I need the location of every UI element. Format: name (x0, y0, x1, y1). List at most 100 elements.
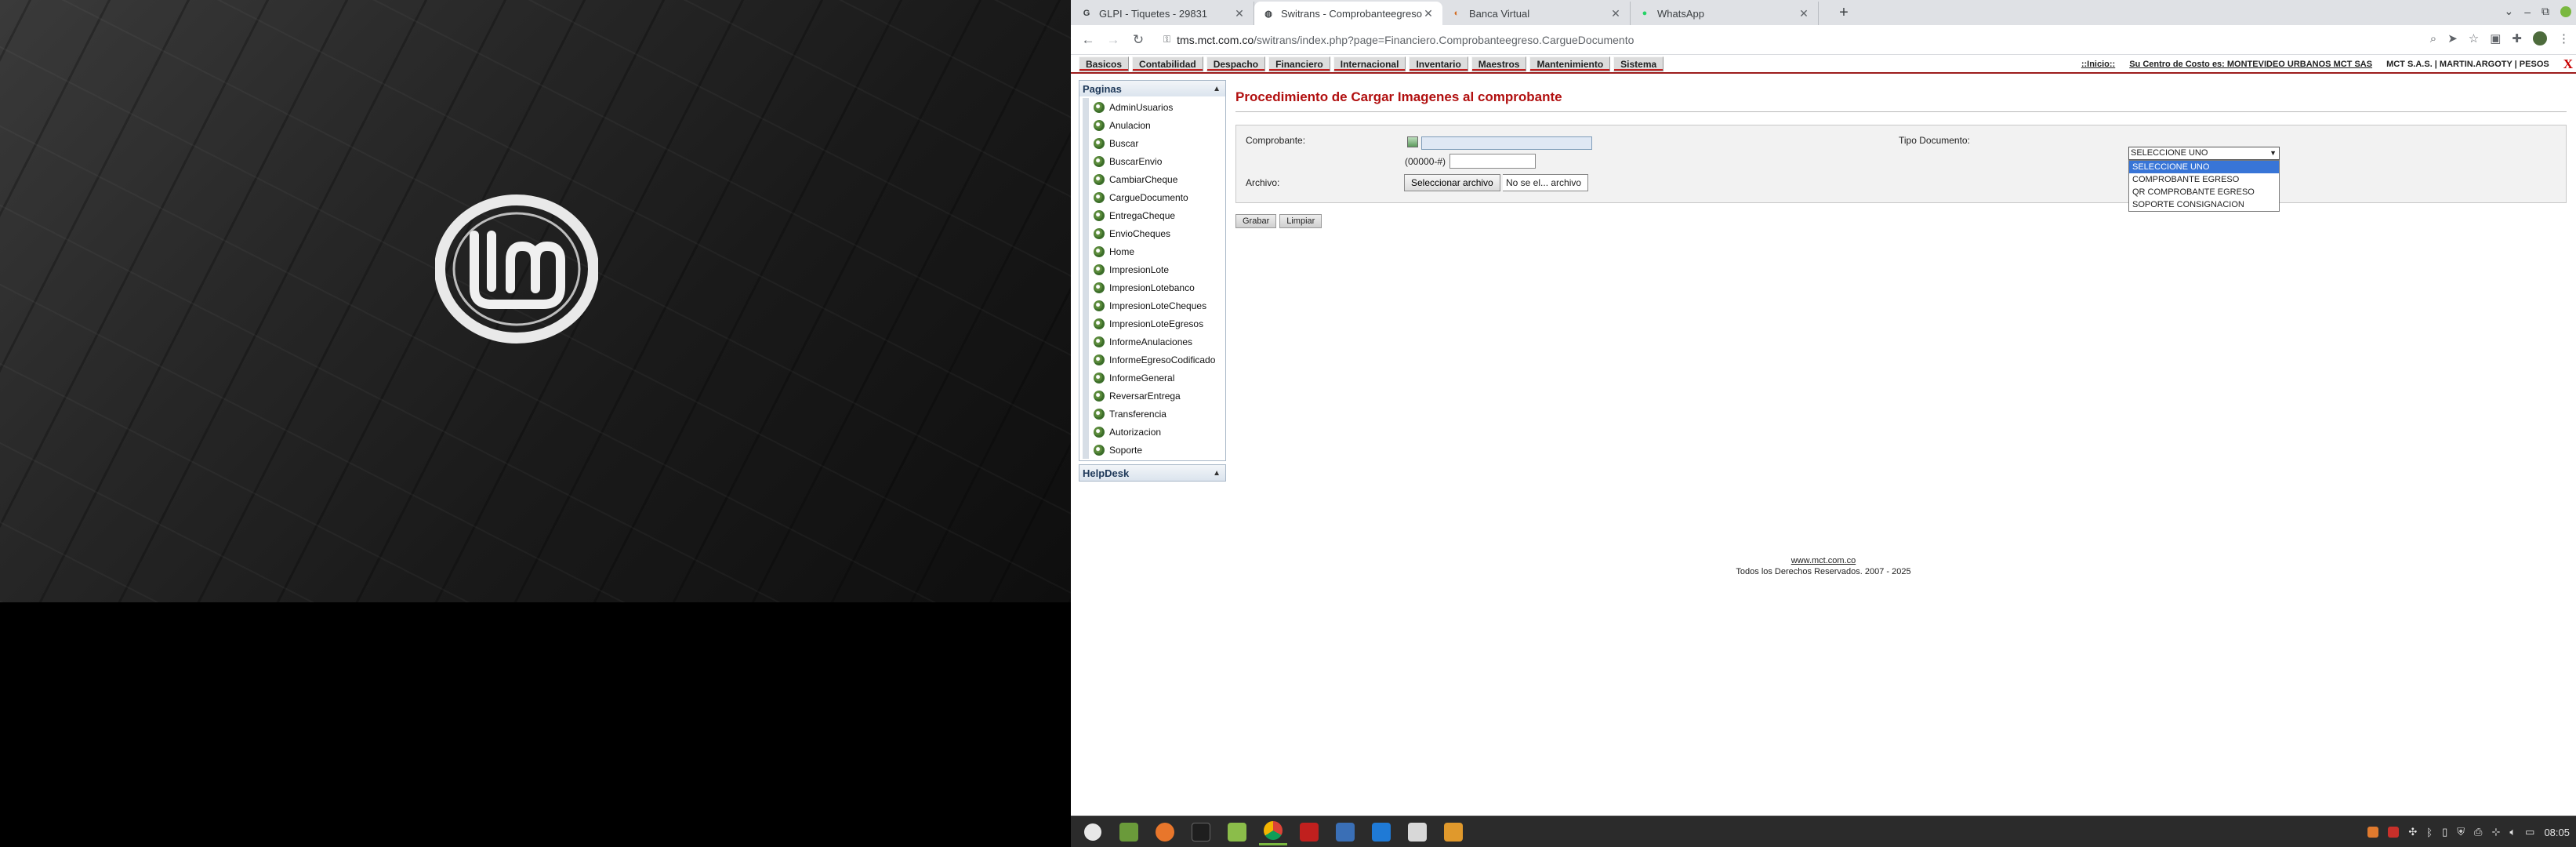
menu-mantenimiento[interactable]: Mantenimiento (1529, 56, 1611, 71)
pdf-reader-icon[interactable] (1295, 819, 1323, 845)
menu-contabilidad[interactable]: Contabilidad (1132, 56, 1203, 71)
sidebar-item-home[interactable]: Home (1083, 242, 1224, 260)
menu-sistema[interactable]: Sistema (1613, 56, 1664, 71)
anydesk-icon[interactable] (2388, 827, 2400, 838)
clock[interactable]: 08:05 (2544, 827, 2570, 838)
sidebar-item-adminusuarios[interactable]: AdminUsuarios (1083, 98, 1224, 116)
option-comprobante-egreso[interactable]: COMPROBANTE EGRESO (2129, 173, 2279, 186)
logout-button[interactable]: X (2563, 57, 2573, 71)
sidebar-item-enviocheques[interactable]: EnvioCheques (1083, 224, 1224, 242)
start-menu-button[interactable] (1079, 819, 1107, 845)
battery-icon[interactable]: ▭ (2525, 826, 2534, 838)
printer-icon[interactable]: ⎙ (2474, 826, 2482, 838)
paginas-panel-header[interactable]: Paginas ▲ (1079, 81, 1225, 96)
inicio-link[interactable]: ::Inicio:: (2081, 60, 2115, 69)
restore-icon[interactable]: ⧉ (2542, 5, 2549, 18)
sidebar-item-informegeneral[interactable]: InformeGeneral (1083, 369, 1224, 387)
extension-icon[interactable]: ▣ (2490, 31, 2501, 45)
limpiar-button[interactable]: Limpiar (1279, 214, 1322, 228)
comprobante-input[interactable] (1421, 136, 1592, 150)
zoom-icon[interactable]: ⌕ (2430, 32, 2436, 45)
tab-whatsapp[interactable]: ● WhatsApp ✕ (1631, 2, 1819, 25)
option-soporte-consignacion[interactable]: SOPORTE CONSIGNACION (2129, 198, 2279, 211)
option-seleccione[interactable]: SELECCIONE UNO (2129, 161, 2279, 173)
option-qr-comprobante-egreso[interactable]: QR COMPROBANTE EGRESO (2129, 186, 2279, 198)
reload-icon[interactable]: ↻ (1127, 29, 1149, 51)
tray-app-icon[interactable] (2367, 827, 2379, 838)
tab-close-icon[interactable]: ✕ (1233, 7, 1246, 20)
puzzle-icon[interactable]: ✚ (2512, 31, 2522, 45)
new-tab-button[interactable]: + (1835, 5, 1852, 22)
footer-link[interactable]: www.mct.com.co (1071, 555, 2576, 566)
sidebar-item-transferencia[interactable]: Transferencia (1083, 405, 1224, 423)
network-share-icon[interactable]: ✣ (2408, 826, 2417, 838)
volume-icon[interactable]: 🔈︎ (2509, 826, 2516, 838)
bluetooth-icon[interactable]: ᛒ (2426, 827, 2433, 838)
sidebar-item-soporte[interactable]: Soporte (1083, 441, 1224, 459)
show-desktop-icon[interactable] (1115, 819, 1143, 845)
terminal-icon[interactable] (1187, 819, 1215, 845)
clipboard-icon[interactable]: ▯ (2442, 826, 2447, 838)
sidebar-item-impresionlotebanco[interactable]: ImpresionLotebanco (1083, 278, 1224, 296)
tab-banca-virtual[interactable]: ◐ Banca Virtual ✕ (1442, 2, 1631, 25)
tab-switrans[interactable]: ◍ Switrans - Comprobanteegreso ✕ (1254, 2, 1442, 25)
collapse-icon[interactable]: ▲ (1213, 469, 1221, 478)
menu-maestros[interactable]: Maestros (1471, 56, 1527, 71)
update-shield-icon[interactable]: ⛨ (2457, 826, 2465, 838)
sidebar-item-carguedocumento[interactable]: CargueDocumento (1083, 188, 1224, 206)
network-icon[interactable]: ⊹ (2491, 826, 2500, 838)
sidebar-item-buscarenvio[interactable]: BuscarEnvio (1083, 152, 1224, 170)
sidebar-item-entregacheque[interactable]: EntregaCheque (1083, 206, 1224, 224)
image-viewer-icon[interactable] (1403, 819, 1431, 845)
forward-icon[interactable]: → (1102, 29, 1124, 51)
chrome-icon[interactable] (1259, 819, 1287, 845)
send-icon[interactable]: ➤ (2447, 31, 2458, 45)
profile-avatar[interactable] (2533, 31, 2547, 45)
vscode-icon[interactable] (1367, 819, 1395, 845)
sidebar-item-impresionlote[interactable]: ImpresionLote (1083, 260, 1224, 278)
sidebar-item-informeanulaciones[interactable]: InformeAnulaciones (1083, 333, 1224, 351)
upload-form: Comprobante: (00000-#) Archivo: Seleccio… (1235, 125, 2567, 212)
desktop-wallpaper (0, 0, 1071, 602)
sidebar-item-reversarentrega[interactable]: ReversarEntrega (1083, 387, 1224, 405)
helpdesk-panel-header[interactable]: HelpDesk ▲ (1079, 465, 1225, 481)
menu-despacho[interactable]: Despacho (1206, 56, 1266, 71)
menu-financiero[interactable]: Financiero (1268, 56, 1330, 71)
lookup-icon[interactable] (1407, 136, 1418, 147)
sidebar-item-label: InformeEgresoCodificado (1109, 354, 1216, 365)
menu-basicos[interactable]: Basicos (1079, 56, 1130, 71)
tab-close-icon[interactable]: ✕ (1422, 7, 1435, 20)
collapse-icon[interactable]: ▲ (1213, 85, 1221, 93)
sidebar-item-autorizacion[interactable]: Autorizacion (1083, 423, 1224, 441)
app-orange-icon[interactable] (1439, 819, 1468, 845)
address-bar[interactable]: ⚿ tms.mct.com.co /switrans/index.php?pag… (1157, 29, 2474, 51)
window-controls: ⌄ – ⧉ (2504, 5, 2571, 18)
bookmark-star-icon[interactable]: ☆ (2469, 31, 2479, 45)
sidebar-item-anulacion[interactable]: Anulacion (1083, 116, 1224, 134)
grabar-button[interactable]: Grabar (1235, 214, 1277, 228)
firefox-icon[interactable] (1151, 819, 1179, 845)
close-window-icon[interactable] (2560, 5, 2571, 17)
tab-close-icon[interactable]: ✕ (1609, 7, 1622, 20)
sidebar-item-impresionlotecheques[interactable]: ImpresionLoteCheques (1083, 296, 1224, 314)
menu-inventario[interactable]: Inventario (1409, 56, 1468, 71)
minimize-icon[interactable]: – (2524, 5, 2531, 18)
sidebar-item-cambiarcheque[interactable]: CambiarCheque (1083, 170, 1224, 188)
cost-center-link[interactable]: Su Centro de Costo es: MONTEVIDEO URBANO… (2129, 60, 2372, 69)
comprobante-number-input[interactable] (1449, 154, 1536, 169)
sidebar-item-buscar[interactable]: Buscar (1083, 134, 1224, 152)
choose-file-button[interactable]: Seleccionar archivo (1404, 174, 1500, 191)
menu-internacional[interactable]: Internacional (1333, 56, 1406, 71)
tipo-documento-select[interactable]: SELECCIONE UNO ▼ (2128, 147, 2280, 160)
screenshot-icon[interactable] (1331, 819, 1359, 845)
sidebar-item-impresionloteegresos[interactable]: ImpresionLoteEgresos (1083, 314, 1224, 333)
sidebar-item-informeegresocodificado[interactable]: InformeEgresoCodificado (1083, 351, 1224, 369)
gear-icon (1094, 444, 1105, 456)
tab-close-icon[interactable]: ✕ (1798, 7, 1810, 20)
files-icon[interactable] (1223, 819, 1251, 845)
tab-glpi[interactable]: G GLPI - Tiquetes - 29831 ✕ (1072, 2, 1254, 25)
back-icon[interactable]: ← (1077, 29, 1099, 51)
menu-kebab-icon[interactable]: ⋮ (2558, 31, 2570, 45)
site-info-icon[interactable]: ⚿ (1163, 34, 1170, 45)
tab-search-icon[interactable]: ⌄ (2504, 5, 2513, 18)
